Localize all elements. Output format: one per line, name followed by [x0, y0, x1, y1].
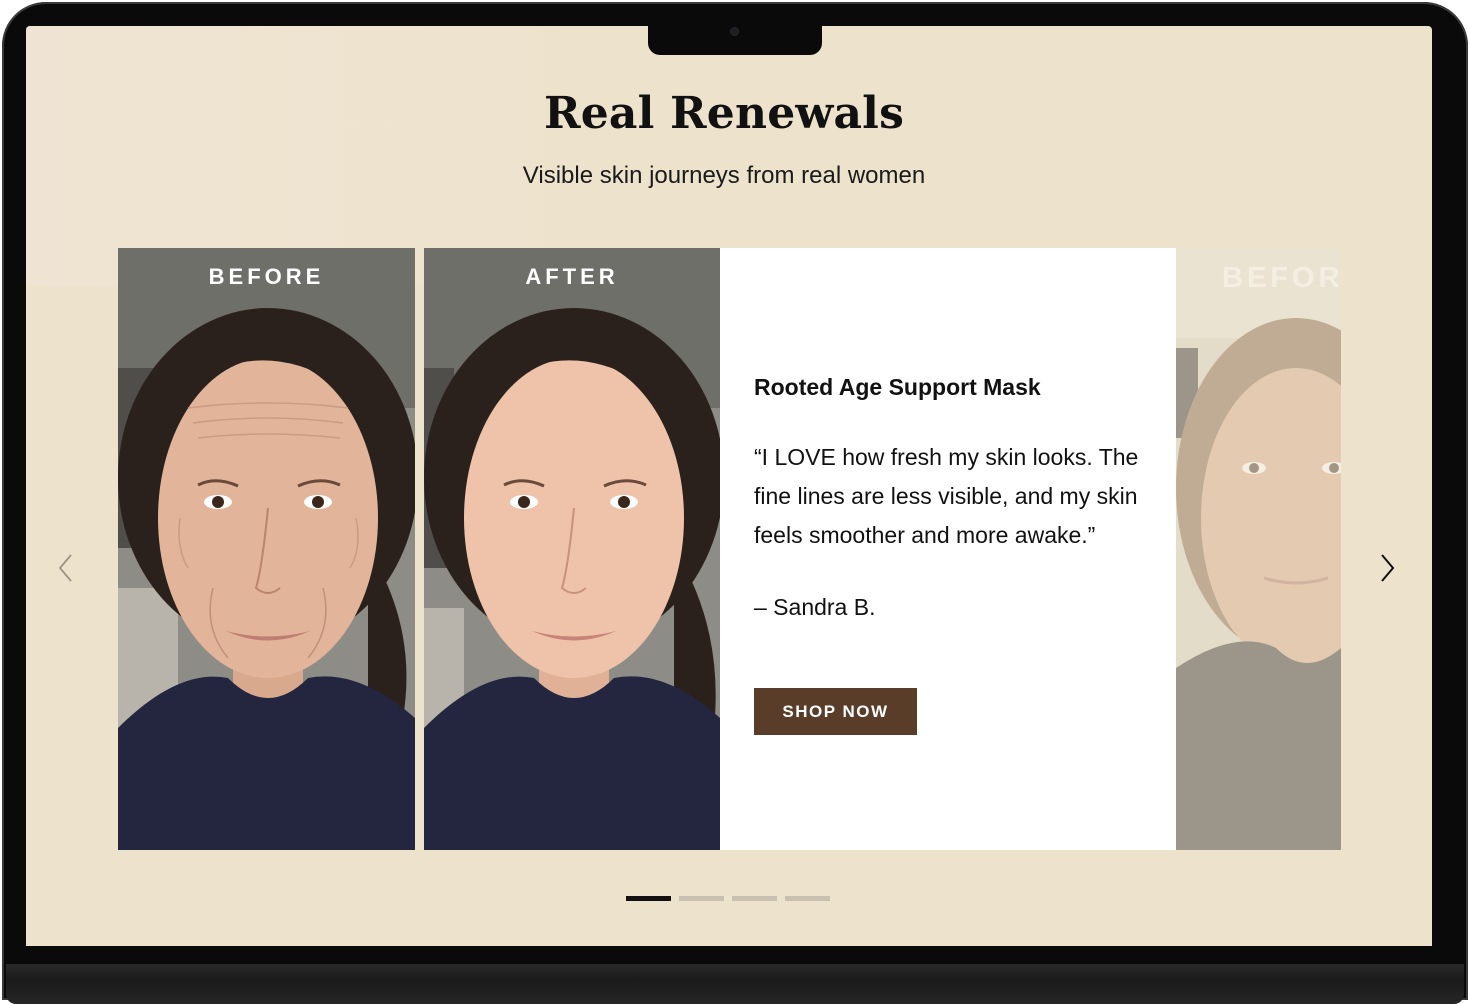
- laptop-frame: Real Renewals Visible skin journeys from…: [0, 0, 1470, 1004]
- section-title: Real Renewals: [543, 88, 905, 139]
- before-photo: BEFORE: [118, 248, 415, 850]
- laptop-base: [6, 964, 1464, 1004]
- camera-notch: [648, 24, 822, 55]
- before-label: BEFORE: [208, 264, 325, 289]
- testimonial-quote: “I LOVE how fresh my skin looks. The fin…: [754, 444, 1139, 548]
- chevron-right-icon: [1381, 554, 1395, 582]
- next-before-label: BEFORE: [1222, 262, 1341, 294]
- testimonial-card: Rooted Age Support Mask “I LOVE how fres…: [720, 248, 1176, 850]
- pagination-dot-1[interactable]: [626, 896, 671, 901]
- before-portrait-image: [118, 248, 415, 850]
- after-photo: AFTER: [424, 248, 720, 850]
- next-portrait-image: [1176, 248, 1341, 850]
- shop-now-button[interactable]: SHOP NOW: [754, 688, 917, 735]
- testimonial-author: – Sandra B.: [754, 594, 876, 620]
- pagination-dot-3[interactable]: [732, 896, 777, 901]
- carousel-next-button[interactable]: [1369, 550, 1405, 586]
- pagination-dot-2[interactable]: [679, 896, 724, 901]
- carousel-pagination: [626, 896, 830, 902]
- pagination-dot-4[interactable]: [785, 896, 830, 901]
- product-name: Rooted Age Support Mask: [754, 374, 1041, 400]
- after-portrait-image: [424, 248, 720, 850]
- screen: Real Renewals Visible skin journeys from…: [26, 26, 1432, 946]
- chevron-left-icon: [58, 554, 72, 582]
- carousel-prev-button[interactable]: [48, 550, 84, 586]
- after-label: AFTER: [525, 264, 619, 289]
- section-subtitle: Visible skin journeys from real women: [522, 162, 926, 189]
- next-slide-photo[interactable]: BEFORE: [1176, 248, 1341, 850]
- camera-icon: [730, 27, 739, 36]
